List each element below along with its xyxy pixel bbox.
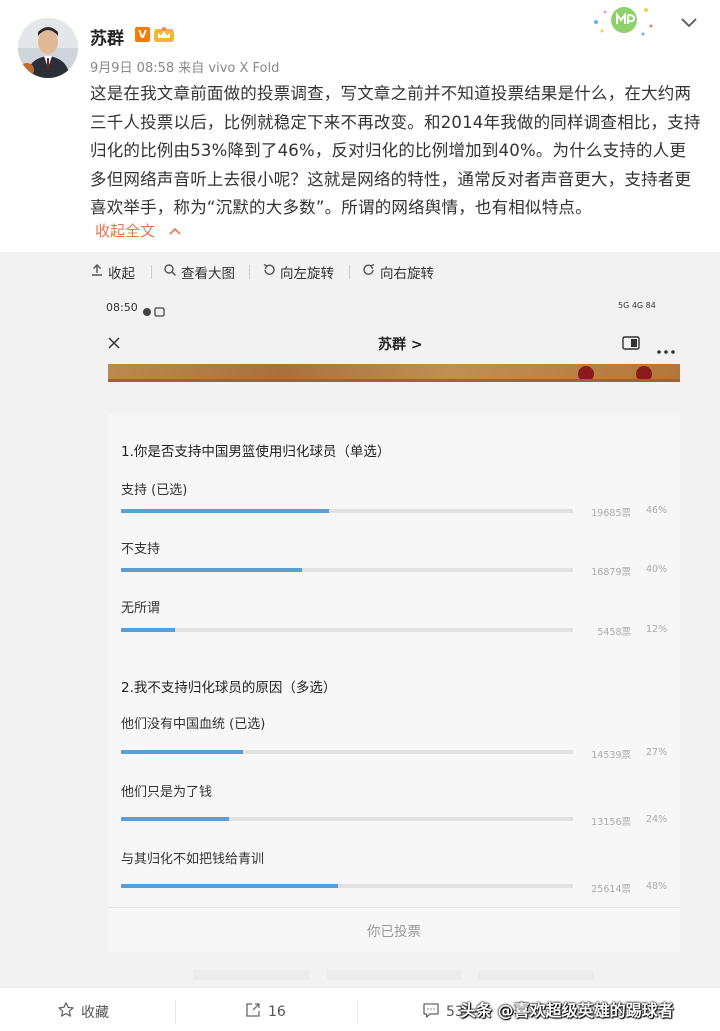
collapse-text-button[interactable]: 收起全文 — [95, 220, 182, 241]
article-banner-image — [108, 364, 680, 382]
cropped-button-stub — [478, 970, 594, 980]
poll-option-percent: 12% — [646, 624, 668, 635]
comment-button[interactable]: 53 — [422, 1001, 464, 1023]
source-watermark: 头条 @喜欢超级英雄的踢球者 — [460, 1001, 674, 1020]
footer-divider — [175, 1000, 176, 1024]
status-indicators: 5G 4G 84 — [618, 301, 656, 310]
status-dot-icon — [142, 302, 166, 321]
poll-option-bar-fill — [121, 750, 244, 754]
poll-option-label[interactable]: 他们没有中国血统 (已选) — [121, 713, 265, 732]
more-icon[interactable] — [656, 340, 676, 359]
verified-badge: V — [135, 27, 150, 42]
share-icon — [244, 1001, 262, 1023]
author-name[interactable]: 苏群 — [90, 24, 124, 49]
cropped-button-stub — [193, 970, 309, 980]
rotate-right-icon — [362, 263, 376, 281]
poll-option-votes: 14539票 — [591, 750, 631, 761]
upload-arrow-icon — [90, 263, 104, 281]
poll-divider — [108, 907, 680, 908]
crown-badge-icon — [153, 26, 175, 43]
rotate-left-icon — [262, 263, 276, 281]
chevron-up-icon — [168, 222, 182, 240]
poll-option-label[interactable]: 他们只是为了钱 — [121, 781, 212, 800]
status-time: 08:50 — [106, 301, 138, 314]
poll-option-bar — [121, 750, 573, 754]
rotate-right-label: 向右旋转 — [380, 266, 434, 282]
poll-option-votes: 25614票 — [591, 884, 631, 895]
toolbar-divider — [151, 265, 152, 279]
rotate-right-button[interactable]: 向右旋转 — [362, 262, 434, 282]
poll-option-bar — [121, 568, 573, 572]
poll-option-percent: 40% — [646, 564, 668, 575]
avatar[interactable] — [18, 18, 78, 78]
poll-option-bar — [121, 817, 573, 821]
rotate-left-label: 向左旋转 — [280, 266, 334, 282]
poll-option-bar — [121, 628, 573, 632]
poll-option-percent: 46% — [646, 505, 668, 516]
collapse-image-button[interactable]: 收起 — [90, 262, 135, 282]
share-button[interactable]: 16 — [244, 1001, 286, 1023]
collapse-image-label: 收起 — [108, 266, 135, 282]
poll-option-votes: 5458票 — [597, 627, 631, 638]
poll-option-bar-fill — [121, 884, 338, 888]
voted-status: 你已投票 — [367, 924, 421, 940]
poll-option-percent: 27% — [646, 747, 668, 758]
share-count: 16 — [268, 1004, 286, 1020]
poll-option-percent: 48% — [646, 881, 668, 892]
toolbar-divider — [349, 265, 350, 279]
cropped-button-stub — [327, 970, 461, 980]
poll-option-label[interactable]: 不支持 — [121, 538, 160, 557]
collapse-text-label: 收起全文 — [95, 222, 156, 240]
nav-title[interactable]: 苏群 > — [378, 334, 423, 354]
poll-question-2-title: 2.我不支持归化球员的原因（多选） — [121, 680, 337, 696]
star-icon — [57, 1001, 75, 1023]
poll-option-label[interactable]: 与其归化不如把钱给青训 — [121, 848, 264, 867]
poll-option-bar — [121, 509, 573, 513]
view-large-label: 查看大图 — [181, 266, 235, 282]
poll-option-bar-fill — [121, 628, 176, 632]
poll-option-votes: 13156票 — [591, 817, 631, 828]
poll-option-votes: 19685票 — [591, 508, 631, 519]
post-meta: 9月9日 08:58 来自 vivo X Fold — [90, 61, 280, 76]
view-large-button[interactable]: 查看大图 — [163, 262, 235, 282]
poll-option-bar-fill — [121, 817, 230, 821]
poll-option-bar-fill — [121, 568, 302, 572]
window-icon[interactable] — [622, 335, 640, 354]
poll-option-bar — [121, 884, 573, 888]
poll-option-label[interactable]: 无所谓 — [121, 597, 160, 616]
toolbar-divider — [249, 265, 250, 279]
poll-option-label[interactable]: 支持 (已选) — [121, 479, 187, 498]
post-text: 这是在我文章前面做的投票调查，写文章之前并不知道投票结果是什么，在大约两三千人投… — [90, 84, 701, 218]
poll-option-percent: 24% — [646, 814, 668, 825]
poll-option-votes: 16879票 — [591, 567, 631, 578]
favorite-label: 收藏 — [81, 1005, 109, 1021]
magnifier-icon — [163, 263, 177, 281]
close-icon[interactable] — [107, 335, 121, 354]
rotate-left-button[interactable]: 向左旋转 — [262, 262, 334, 282]
chevron-down-icon[interactable] — [679, 15, 699, 29]
comment-icon — [422, 1001, 440, 1023]
favorite-button[interactable]: 收藏 — [57, 1001, 109, 1023]
member-decoration-icon[interactable] — [588, 2, 658, 42]
poll-option-bar-fill — [121, 509, 329, 513]
poll-question-1-title: 1.你是否支持中国男篮使用归化球员（单选） — [121, 444, 391, 460]
footer-divider — [357, 1000, 358, 1024]
